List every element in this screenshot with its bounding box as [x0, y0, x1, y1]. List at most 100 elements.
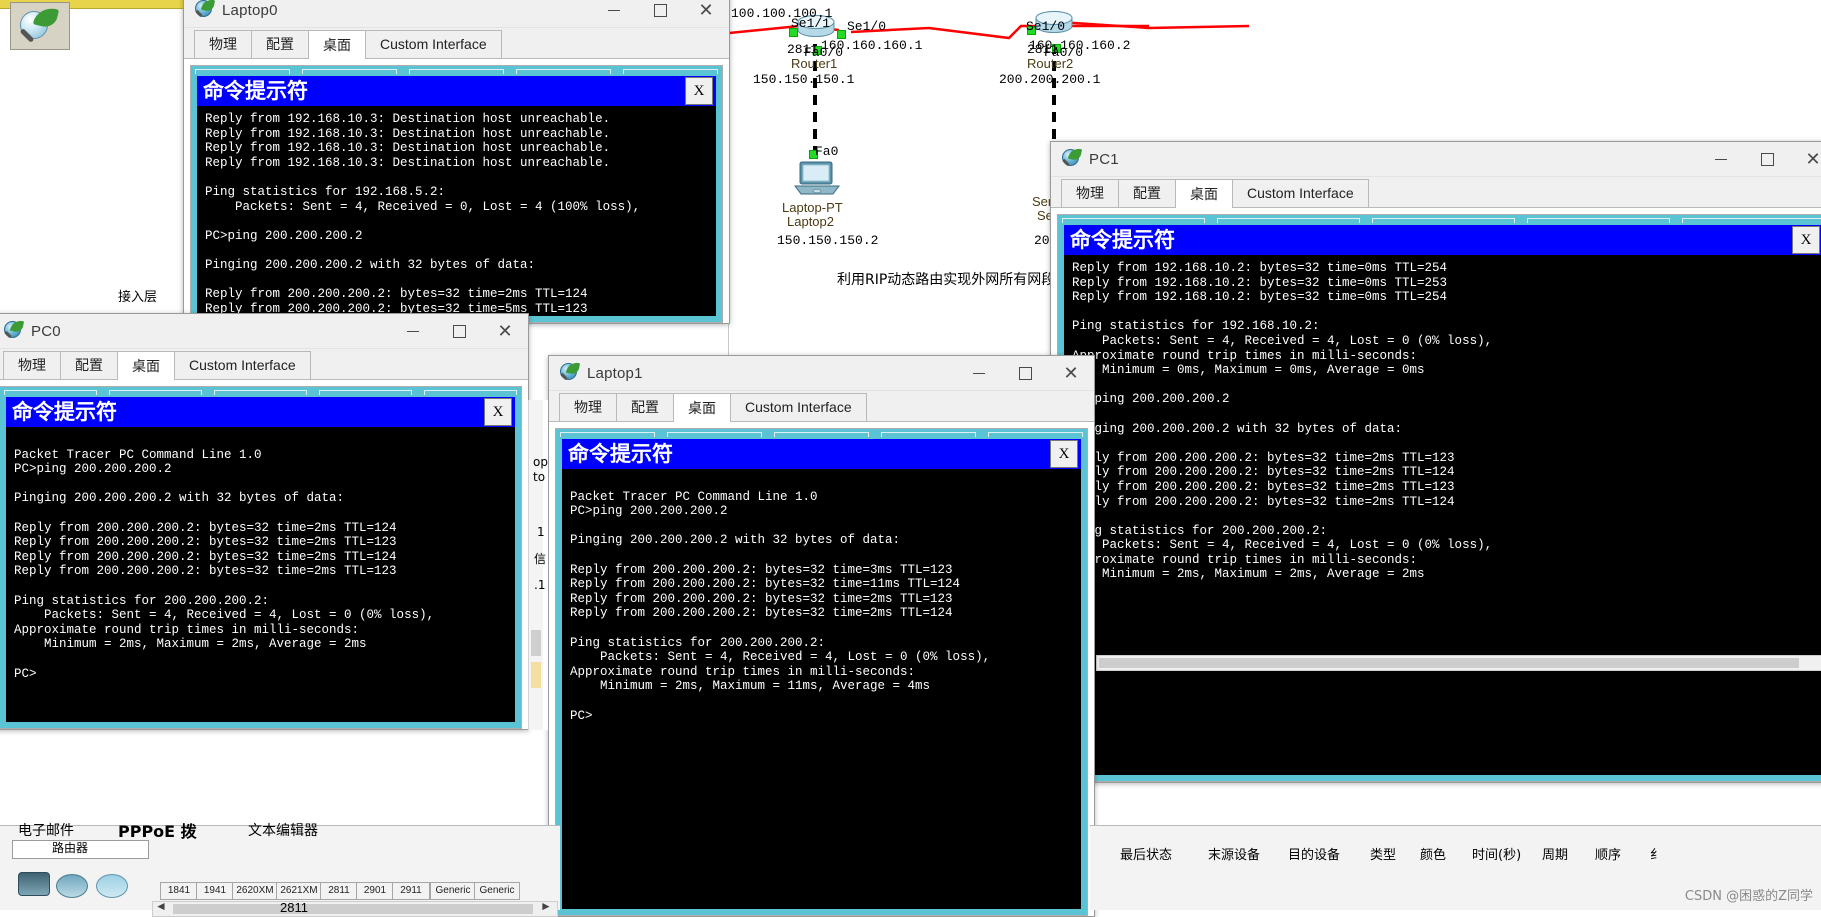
- laptop1-close-button[interactable]: ✕: [1048, 356, 1094, 390]
- packet-tracer-background-left: 接入层: [0, 0, 200, 360]
- pc1-cmd-close-button[interactable]: X: [1792, 226, 1820, 254]
- palette-selected-model: 2811: [280, 900, 308, 915]
- pc1-tab-custom[interactable]: Custom Interface: [1232, 179, 1369, 207]
- laptop1-command-prompt-window[interactable]: 命令提示符 X Packet Tracer PC Command Line 1.…: [560, 437, 1083, 911]
- pc1-titlebar[interactable]: PC1 ✕: [1051, 142, 1821, 177]
- laptop1-titlebar[interactable]: Laptop1 ✕: [549, 356, 1094, 391]
- column-header-type[interactable]: 类型: [1370, 844, 1396, 863]
- device-icon-hub[interactable]: [96, 874, 128, 898]
- device-icon-router[interactable]: [18, 872, 50, 896]
- laptop0-tab-config[interactable]: 配置: [251, 30, 309, 58]
- pc1-close-button[interactable]: ✕: [1790, 142, 1821, 176]
- palette-label-pppoe[interactable]: PPPoE 拨: [118, 818, 197, 842]
- laptop1-minimize-button[interactable]: [956, 356, 1002, 390]
- scroll-left-arrow-icon[interactable]: ◄: [155, 899, 167, 913]
- laptop1-cmd-close-button[interactable]: X: [1050, 440, 1078, 468]
- column-header-source-device[interactable]: 末源设备: [1208, 844, 1260, 863]
- palette-model-2620xm[interactable]: 2620XM: [232, 882, 278, 900]
- laptop1-maximize-button[interactable]: [1002, 356, 1048, 390]
- pc1-tab-config[interactable]: 配置: [1118, 179, 1176, 207]
- pc0-desktop-pane: 命令提示符 X Packet Tracer PC Command Line 1.…: [0, 386, 522, 729]
- pc0-tab-config[interactable]: 配置: [60, 351, 118, 379]
- pc0-maximize-button[interactable]: [436, 314, 482, 348]
- pc1-tab-physical[interactable]: 物理: [1061, 179, 1119, 207]
- pc0-tabstrip[interactable]: 物理 配置 桌面 Custom Interface: [0, 349, 528, 380]
- packet-tracer-icon: [1061, 146, 1083, 169]
- pc1-maximize-button[interactable]: [1744, 142, 1790, 176]
- palette-model-2901[interactable]: 2901: [356, 882, 394, 900]
- palette-model-2911[interactable]: 2911: [392, 882, 430, 900]
- laptop1-tab-custom[interactable]: Custom Interface: [730, 393, 867, 421]
- laptop0-tab-custom[interactable]: Custom Interface: [365, 30, 502, 58]
- laptop2-device-icon[interactable]: [791, 160, 843, 200]
- laptop0-tab-physical[interactable]: 物理: [194, 30, 252, 58]
- palette-model-2621xm[interactable]: 2621XM: [276, 882, 322, 900]
- laptop0-close-button[interactable]: ✕: [683, 0, 729, 27]
- laptop0-cmd-titlebar: 命令提示符 X: [197, 76, 716, 106]
- window-laptop1[interactable]: Laptop1 ✕ 物理 配置 桌面 Custom Interface 命令提示…: [548, 355, 1095, 917]
- laptop0-maximize-button[interactable]: [637, 0, 683, 27]
- column-header-dest-device[interactable]: 目的设备: [1288, 844, 1340, 863]
- topo-name-laptop-pt: Laptop-PT: [782, 200, 843, 215]
- palette-model-generic-1[interactable]: Generic: [430, 882, 476, 900]
- pc0-terminal-output: Packet Tracer PC Command Line 1.0 PC>pin…: [6, 427, 515, 722]
- palette-model-2811[interactable]: 2811: [320, 882, 358, 900]
- laptop0-terminal-output: Reply from 192.168.10.3: Destination hos…: [197, 106, 716, 316]
- pc0-tab-physical[interactable]: 物理: [3, 351, 61, 379]
- laptop1-window-buttons[interactable]: ✕: [956, 356, 1094, 390]
- pc0-close-button[interactable]: ✕: [482, 314, 528, 348]
- laptop0-tab-desktop[interactable]: 桌面: [308, 30, 366, 59]
- laptop1-tab-physical[interactable]: 物理: [559, 393, 617, 421]
- window-pc0[interactable]: PC0 ✕ 物理 配置 桌面 Custom Interface 命令提示符 X: [0, 313, 529, 730]
- laptop0-tabstrip[interactable]: 物理 配置 桌面 Custom Interface: [184, 28, 729, 59]
- device-icon-switch[interactable]: [56, 874, 88, 898]
- column-header-order[interactable]: 顺序: [1595, 844, 1621, 863]
- column-header-time[interactable]: 时间(秒): [1472, 844, 1521, 863]
- palette-model-generic-2[interactable]: Generic: [474, 882, 520, 900]
- laptop0-cmd-close-button[interactable]: X: [685, 77, 713, 105]
- device-palette[interactable]: 电子邮件 PPPoE 拨 文本编辑器 路由器 1841 1941 2620XM …: [0, 822, 560, 917]
- laptop0-title: Laptop0: [222, 1, 278, 19]
- topo-name-router1: Router1: [791, 56, 838, 71]
- column-header-periodic[interactable]: 周期: [1542, 844, 1568, 863]
- laptop0-cmd-title: 命令提示符: [203, 79, 308, 103]
- scroll-right-arrow-icon[interactable]: ►: [540, 899, 552, 913]
- laptop0-minimize-button[interactable]: [591, 0, 637, 27]
- pc0-titlebar[interactable]: PC0 ✕: [0, 314, 528, 349]
- pc0-tab-desktop[interactable]: 桌面: [117, 351, 175, 380]
- laptop1-tab-config[interactable]: 配置: [616, 393, 674, 421]
- laptop1-body: 命令提示符 X Packet Tracer PC Command Line 1.…: [549, 422, 1094, 916]
- pc0-cmd-close-button[interactable]: X: [484, 398, 512, 426]
- pc1-minimize-button[interactable]: [1698, 142, 1744, 176]
- laptop0-window-buttons[interactable]: ✕: [591, 0, 729, 27]
- laptop1-tabstrip[interactable]: 物理 配置 桌面 Custom Interface: [549, 391, 1094, 422]
- palette-horizontal-scrollbar[interactable]: [152, 901, 558, 917]
- topo-label-se1-0-r2: Se1/0: [1026, 19, 1066, 34]
- pc1-window-buttons[interactable]: ✕: [1698, 142, 1821, 176]
- palette-model-1941[interactable]: 1941: [196, 882, 234, 900]
- pc0-body: 命令提示符 X Packet Tracer PC Command Line 1.…: [0, 380, 528, 729]
- palette-model-1841[interactable]: 1841: [160, 882, 198, 900]
- laptop0-desktop-pane: 命令提示符 X Reply from 192.168.10.3: Destina…: [190, 65, 723, 323]
- pc0-window-buttons[interactable]: ✕: [390, 314, 528, 348]
- pc0-minimize-button[interactable]: [390, 314, 436, 348]
- topo-label-se1-1: Se1/1: [791, 16, 831, 31]
- pc1-horizontal-scrollbar[interactable]: [1096, 655, 1821, 671]
- window-pc1[interactable]: PC1 ✕ 物理 配置 桌面 Custom Interface 命令提示符 X: [1050, 141, 1821, 783]
- laptop1-cmd-titlebar: 命令提示符 X: [562, 439, 1081, 469]
- pc1-tabstrip[interactable]: 物理 配置 桌面 Custom Interface: [1051, 177, 1821, 208]
- laptop0-command-prompt-window[interactable]: 命令提示符 X Reply from 192.168.10.3: Destina…: [195, 74, 718, 318]
- column-header-color[interactable]: 颜色: [1420, 844, 1446, 863]
- topo-name-router2: Router2: [1027, 56, 1074, 71]
- pc1-tab-desktop[interactable]: 桌面: [1175, 179, 1233, 208]
- pc1-command-prompt-window[interactable]: 命令提示符 X Reply from 192.168.10.2: bytes=3…: [1062, 223, 1821, 777]
- laptop1-terminal-output: Packet Tracer PC Command Line 1.0 PC>pin…: [562, 469, 1081, 909]
- laptop0-titlebar[interactable]: Laptop0 ✕: [184, 0, 729, 28]
- column-header-last-status[interactable]: 最后状态: [1120, 844, 1172, 863]
- pc0-tab-custom[interactable]: Custom Interface: [174, 351, 311, 379]
- palette-label-texteditor[interactable]: 文本编辑器: [248, 820, 318, 840]
- pc0-command-prompt-window[interactable]: 命令提示符 X Packet Tracer PC Command Line 1.…: [4, 395, 517, 724]
- palette-label-email[interactable]: 电子邮件: [18, 820, 74, 840]
- laptop1-tab-desktop[interactable]: 桌面: [673, 393, 731, 422]
- window-laptop0[interactable]: Laptop0 ✕ 物理 配置 桌面 Custom Interface 命令提示…: [183, 0, 730, 324]
